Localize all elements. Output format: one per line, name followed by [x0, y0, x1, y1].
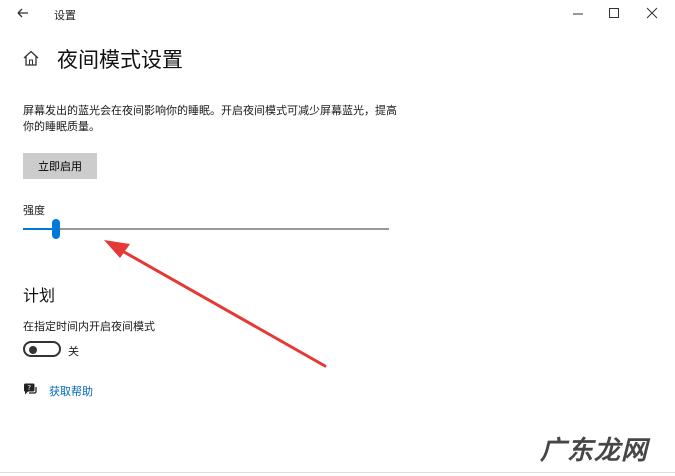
toggle-state-label: 关: [68, 345, 79, 358]
toggle-knob: [29, 346, 37, 354]
back-arrow-icon: [17, 8, 28, 18]
maximize-icon: [609, 8, 619, 18]
strength-slider[interactable]: [23, 218, 389, 240]
schedule-toggle[interactable]: [23, 341, 61, 357]
back-button[interactable]: [10, 3, 34, 23]
slider-thumb[interactable]: [52, 219, 60, 239]
schedule-heading: 计划: [23, 286, 56, 305]
slider-track: [23, 228, 389, 230]
minimize-button[interactable]: [560, 2, 596, 24]
bottom-divider: [0, 472, 675, 473]
close-button[interactable]: [634, 2, 670, 24]
window-title: 设置: [54, 9, 76, 22]
help-chat-icon: ?: [22, 382, 38, 398]
page-title: 夜间模式设置: [57, 48, 183, 72]
apply-now-button[interactable]: 立即启用: [23, 153, 97, 179]
watermark-logo: 广东龙网: [540, 436, 649, 466]
schedule-label: 在指定时间内开启夜间模式: [23, 320, 155, 333]
minimize-icon: [573, 13, 583, 15]
page-description: 屏幕发出的蓝光会在夜间影响你的睡眠。开启夜间模式可减少屏幕蓝光，提高你的睡眠质量…: [23, 104, 397, 133]
close-icon: [646, 7, 658, 19]
maximize-button[interactable]: [596, 2, 632, 24]
home-icon[interactable]: [22, 49, 40, 67]
title-bar: 设置: [0, 0, 675, 28]
strength-label: 强度: [23, 204, 45, 217]
get-help-link[interactable]: 获取帮助: [49, 383, 93, 399]
svg-text:?: ?: [27, 384, 31, 392]
